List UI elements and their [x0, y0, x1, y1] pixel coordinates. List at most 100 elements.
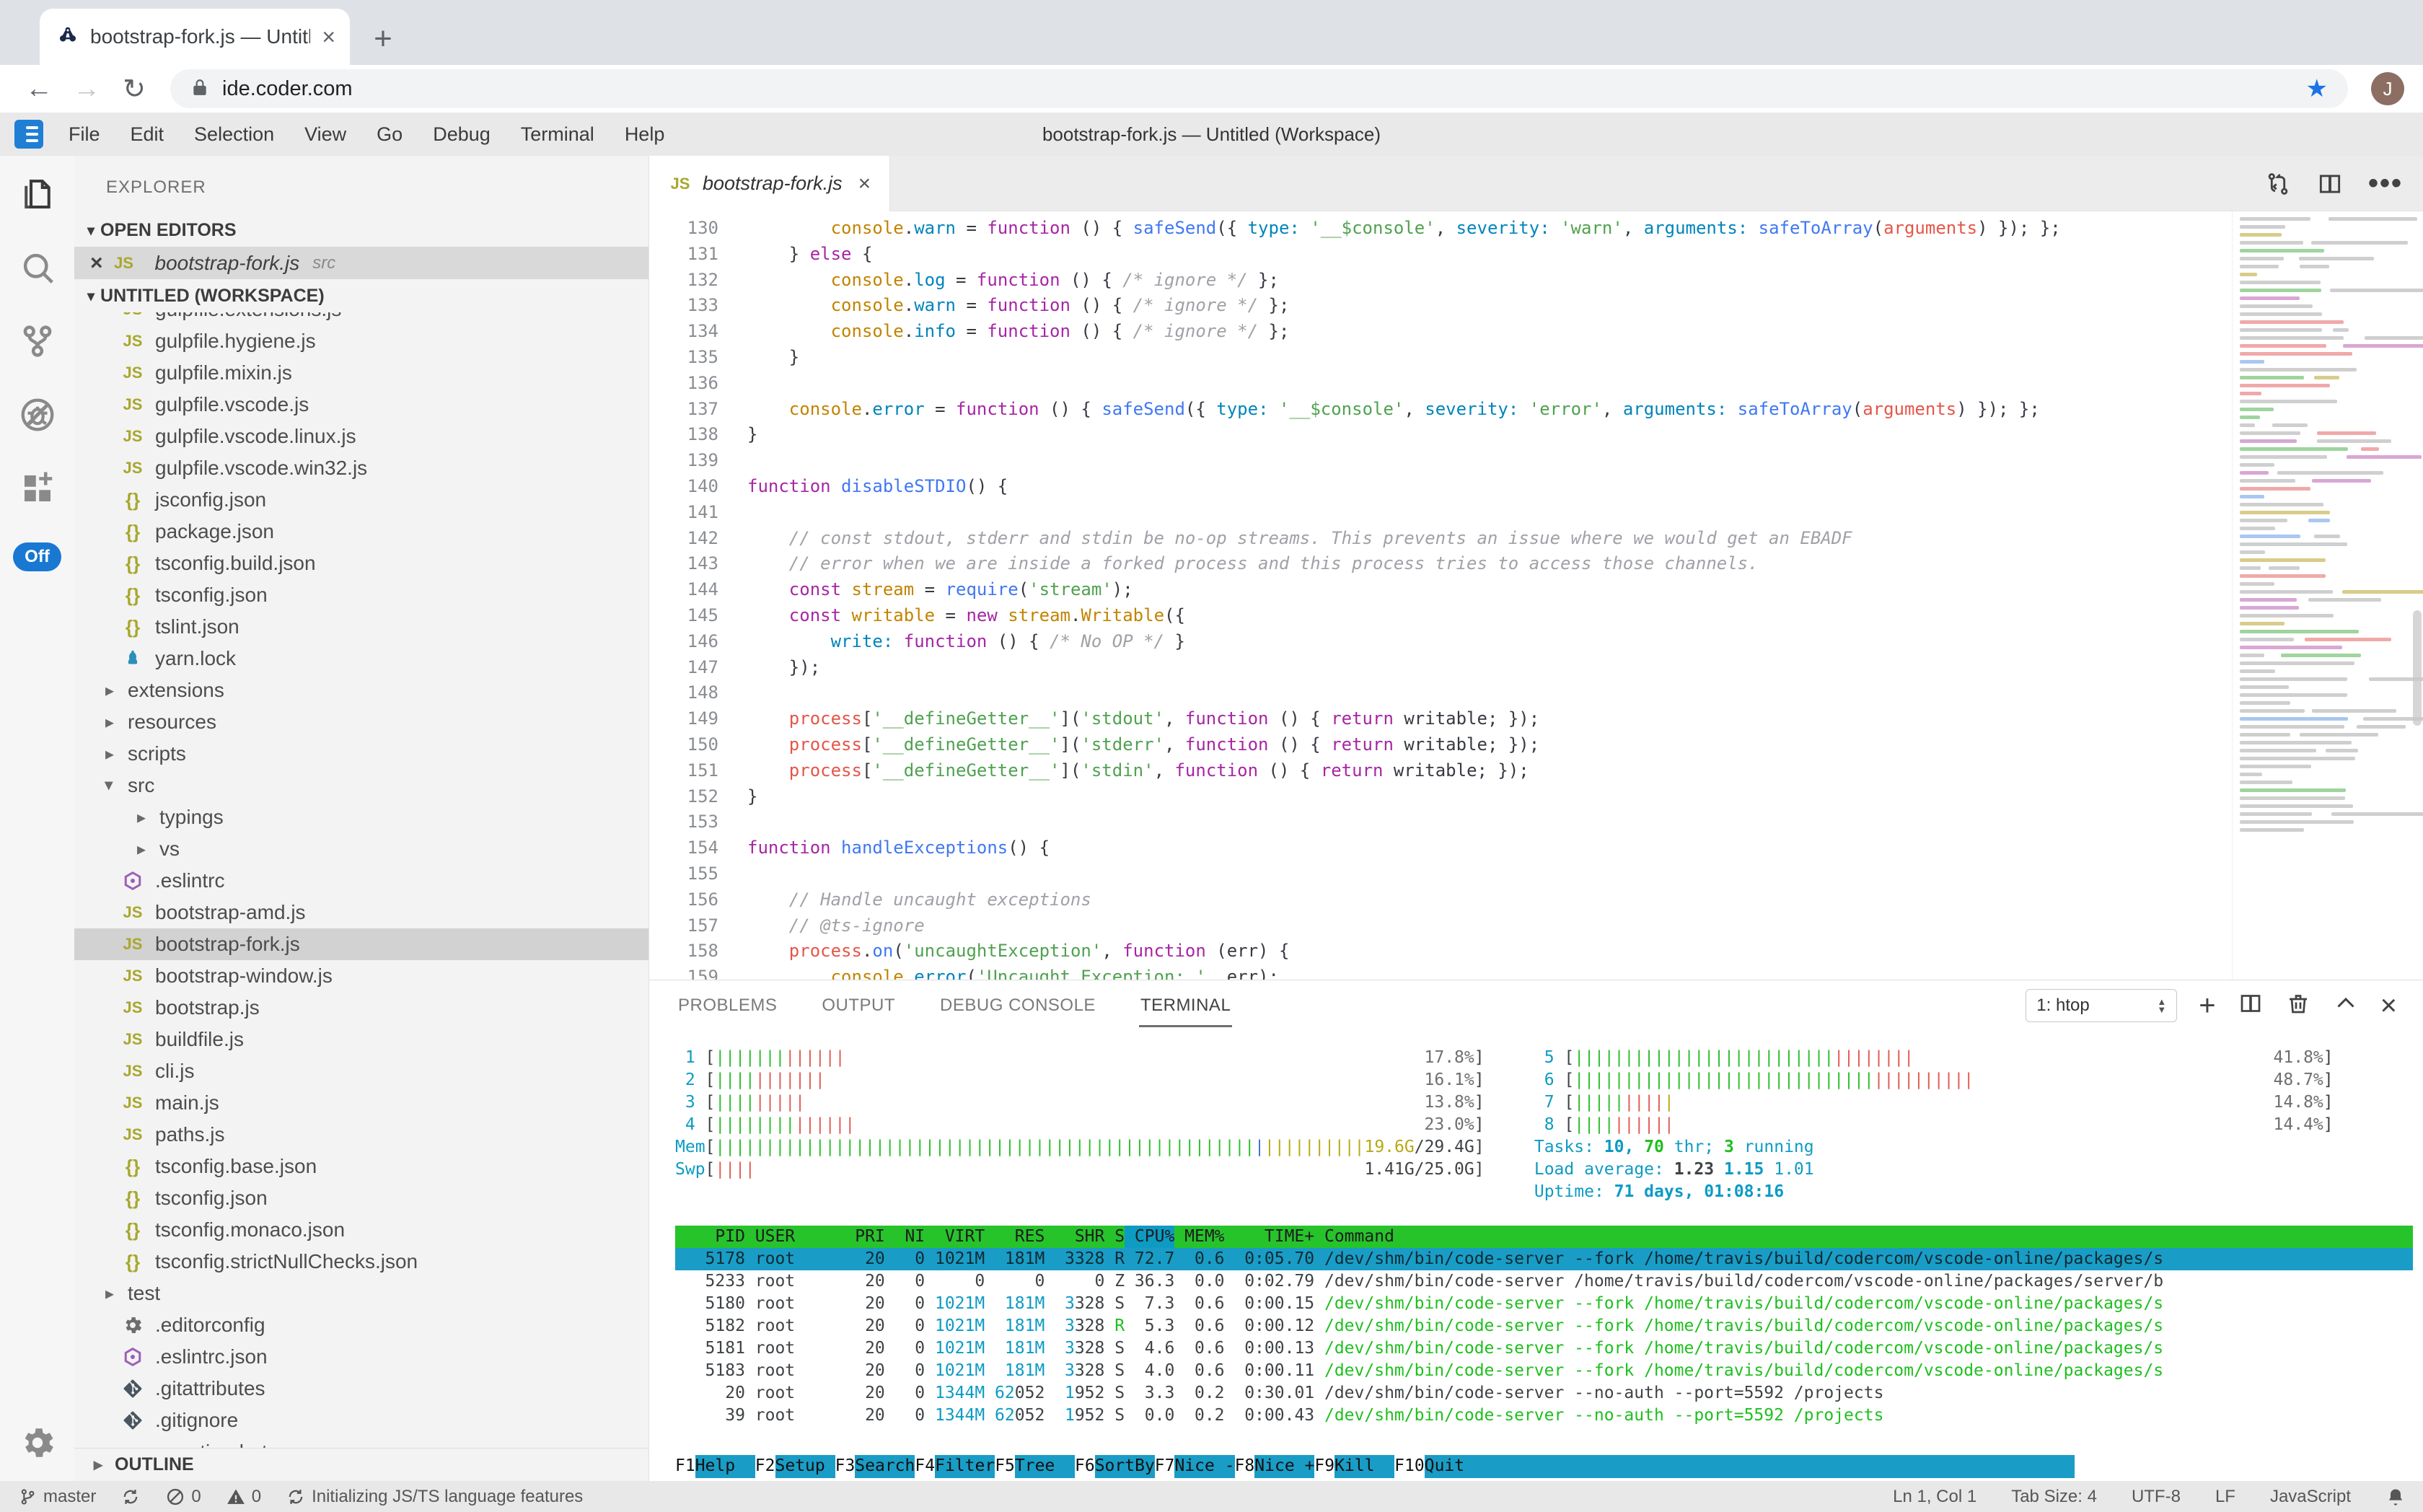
status-utf-8[interactable]: UTF-8: [2132, 1487, 2181, 1507]
forward-icon[interactable]: →: [66, 69, 107, 109]
file-row[interactable]: {}tsconfig.strictNullChecks.json: [74, 1246, 648, 1278]
back-icon[interactable]: ←: [19, 69, 59, 109]
code-line[interactable]: 150 process['__defineGetter__']('stderr'…: [649, 732, 2232, 758]
file-row[interactable]: ≡.mention-bot: [74, 1436, 648, 1448]
file-row[interactable]: {}package.json: [74, 516, 648, 548]
file-row[interactable]: JSmain.js: [74, 1087, 648, 1119]
code-line[interactable]: 154function handleExceptions() {: [649, 835, 2232, 861]
folder-row[interactable]: ▸extensions: [74, 674, 648, 706]
menu-selection[interactable]: Selection: [179, 123, 289, 145]
file-row[interactable]: .eslintrc: [74, 865, 648, 897]
panel-tab-problems[interactable]: PROBLEMS: [677, 991, 778, 1020]
code-editor[interactable]: 130 console.warn = function () { safeSen…: [649, 211, 2423, 980]
file-row[interactable]: JSgulpfile.vscode.linux.js: [74, 421, 648, 452]
search-icon[interactable]: [18, 248, 57, 287]
folder-row[interactable]: ▸typings: [74, 801, 648, 833]
split-editor-icon[interactable]: [2316, 170, 2344, 198]
off-toggle-badge[interactable]: Off: [13, 542, 61, 571]
source-control-icon[interactable]: [18, 322, 57, 361]
sync-changes-icon[interactable]: [2264, 170, 2292, 198]
status-error[interactable]: 0: [165, 1487, 201, 1507]
code-line[interactable]: 147 });: [649, 655, 2232, 681]
bookmark-star-icon[interactable]: ★: [2306, 74, 2328, 103]
code-line[interactable]: 139: [649, 448, 2232, 474]
code-line[interactable]: 133 console.warn = function () { /* igno…: [649, 293, 2232, 319]
code-line[interactable]: 155: [649, 861, 2232, 887]
settings-gear-icon[interactable]: [18, 1423, 57, 1462]
menu-debug[interactable]: Debug: [418, 123, 506, 145]
file-row[interactable]: .gitignore: [74, 1405, 648, 1436]
menu-file[interactable]: File: [53, 123, 115, 145]
new-terminal-icon[interactable]: +: [2199, 991, 2215, 1020]
more-actions-icon[interactable]: •••: [2368, 167, 2403, 200]
code-line[interactable]: 131 } else {: [649, 242, 2232, 268]
close-panel-icon[interactable]: ×: [2380, 991, 2397, 1020]
editor-tab[interactable]: JS bootstrap-fork.js ×: [649, 156, 890, 211]
file-row[interactable]: JSgulpfile.extensions.js: [74, 312, 648, 325]
open-editor-item[interactable]: × JS bootstrap-fork.js src: [74, 247, 648, 279]
menu-help[interactable]: Help: [610, 123, 680, 145]
file-row[interactable]: JSbootstrap-amd.js: [74, 897, 648, 928]
code-line[interactable]: 137 console.error = function () { safeSe…: [649, 397, 2232, 423]
outline-header[interactable]: ▸ OUTLINE: [74, 1448, 648, 1481]
menu-edit[interactable]: Edit: [115, 123, 180, 145]
code-line[interactable]: 146 write: function () { /* No OP */ }: [649, 629, 2232, 655]
tab-close-icon[interactable]: ×: [322, 24, 335, 50]
status-branch[interactable]: master: [17, 1487, 96, 1507]
code-line[interactable]: 145 const writable = new stream.Writable…: [649, 603, 2232, 629]
status-spinner[interactable]: Initializing JS/TS language features: [286, 1487, 583, 1507]
folder-row[interactable]: ▸scripts: [74, 738, 648, 770]
file-row[interactable]: {}tsconfig.json: [74, 1182, 648, 1214]
code-line[interactable]: 138}: [649, 422, 2232, 448]
file-row[interactable]: {}tslint.json: [74, 611, 648, 643]
code-line[interactable]: 134 console.info = function () { /* igno…: [649, 319, 2232, 345]
panel-tab-debug-console[interactable]: DEBUG CONSOLE: [938, 991, 1097, 1020]
folder-row[interactable]: ▸test: [74, 1278, 648, 1309]
file-row[interactable]: .eslintrc.json: [74, 1341, 648, 1373]
status-lf[interactable]: LF: [2215, 1487, 2235, 1507]
file-row[interactable]: JSgulpfile.vscode.js: [74, 389, 648, 421]
folder-row[interactable]: ▸resources: [74, 706, 648, 738]
file-row[interactable]: JSbootstrap-window.js: [74, 960, 648, 992]
code-line[interactable]: 130 console.warn = function () { safeSen…: [649, 216, 2232, 242]
menu-go[interactable]: Go: [361, 123, 418, 145]
terminal[interactable]: 1[|||||||||||||17.8%]2[|||||||||||16.1%]…: [649, 1031, 2423, 1481]
file-row[interactable]: {}tsconfig.build.json: [74, 548, 648, 579]
browser-tab[interactable]: bootstrap-fork.js — Untitled (W ×: [40, 9, 350, 65]
panel-tab-output[interactable]: OUTPUT: [820, 991, 897, 1020]
code-line[interactable]: 140function disableSTDIO() {: [649, 474, 2232, 500]
process-table-header[interactable]: PIDUSERPRINIVIRTRESSHRSCPU%MEM%TIME+Comm…: [675, 1226, 2413, 1248]
file-row[interactable]: JSgulpfile.mixin.js: [74, 357, 648, 389]
status-javascript[interactable]: JavaScript: [2270, 1487, 2351, 1507]
folder-row[interactable]: ▸src: [74, 770, 648, 801]
extensions-icon[interactable]: [18, 469, 57, 508]
reload-icon[interactable]: ↻: [114, 69, 154, 109]
avatar[interactable]: J: [2371, 72, 2404, 105]
file-row[interactable]: {}tsconfig.json: [74, 579, 648, 611]
debug-off-icon[interactable]: [18, 395, 57, 434]
editor-tab-close-icon[interactable]: ×: [858, 172, 871, 196]
status-warning[interactable]: 0: [226, 1487, 261, 1507]
panel-tab-terminal[interactable]: TERMINAL: [1139, 991, 1232, 1020]
workspace-header[interactable]: ▾ UNTITLED (WORKSPACE): [74, 279, 648, 312]
code-line[interactable]: 159 console.error('Uncaught Exception: '…: [649, 964, 2232, 980]
code-line[interactable]: 151 process['__defineGetter__']('stdin',…: [649, 758, 2232, 784]
open-editors-header[interactable]: ▾ OPEN EDITORS: [74, 214, 648, 247]
code-line[interactable]: 148: [649, 680, 2232, 706]
code-line[interactable]: 144 const stream = require('stream');: [649, 577, 2232, 603]
maximize-panel-icon[interactable]: [2333, 990, 2359, 1021]
file-row[interactable]: JSgulpfile.vscode.win32.js: [74, 452, 648, 484]
code-line[interactable]: 153: [649, 809, 2232, 835]
code-line[interactable]: 136: [649, 371, 2232, 397]
file-row[interactable]: .editorconfig: [74, 1309, 648, 1341]
new-tab-button[interactable]: +: [363, 19, 403, 59]
app-logo-icon[interactable]: [14, 120, 43, 149]
code-line[interactable]: 142 // const stdout, stderr and stdin be…: [649, 526, 2232, 552]
file-row[interactable]: JSbuildfile.js: [74, 1024, 648, 1055]
split-terminal-icon[interactable]: [2238, 990, 2264, 1021]
code-line[interactable]: 141: [649, 500, 2232, 526]
address-bar[interactable]: ide.coder.com ★: [170, 69, 2348, 108]
status-tab-size-4[interactable]: Tab Size: 4: [2011, 1487, 2097, 1507]
editor-scrollbar[interactable]: [2413, 610, 2422, 726]
file-row[interactable]: .gitattributes: [74, 1373, 648, 1405]
